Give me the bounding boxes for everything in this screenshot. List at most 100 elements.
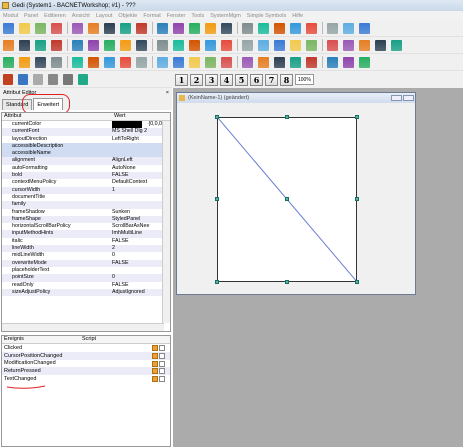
- cut-icon[interactable]: [72, 22, 83, 34]
- property-value[interactable]: [112, 150, 162, 157]
- new-icon[interactable]: [359, 22, 370, 34]
- rect-icon[interactable]: [104, 39, 115, 51]
- property-row[interactable]: contextMenuPolicy DefaultContext: [2, 179, 170, 186]
- event-row[interactable]: ReturnPressed: [2, 367, 170, 376]
- undo-icon[interactable]: [391, 39, 402, 51]
- close-icon[interactable]: ×: [166, 90, 169, 96]
- undo-icon[interactable]: [290, 56, 301, 68]
- property-value[interactable]: LeftToRight: [112, 136, 162, 143]
- rect-icon[interactable]: [3, 56, 14, 68]
- horizontal-scrollbar[interactable]: [2, 323, 164, 331]
- property-value[interactable]: [112, 267, 162, 274]
- ellipse-icon[interactable]: [120, 39, 131, 51]
- property-value[interactable]: Sunken: [112, 209, 162, 216]
- line-icon[interactable]: [343, 56, 354, 68]
- property-value[interactable]: FALSE: [112, 282, 162, 289]
- property-value[interactable]: [112, 201, 162, 208]
- resize-handle[interactable]: [215, 197, 219, 201]
- property-value[interactable]: 2: [112, 245, 162, 252]
- edit-script-icon[interactable]: [152, 368, 158, 375]
- chart-icon[interactable]: [327, 22, 338, 34]
- undo-icon[interactable]: [35, 39, 46, 51]
- combo-icon[interactable]: [306, 22, 317, 34]
- script-file-icon[interactable]: [159, 368, 165, 375]
- open-icon[interactable]: [19, 22, 30, 34]
- line-icon[interactable]: [173, 22, 184, 34]
- menu-item[interactable]: Panel: [24, 13, 38, 19]
- menu-item[interactable]: Layout: [96, 13, 113, 19]
- property-value[interactable]: 0: [112, 252, 162, 259]
- copy-icon[interactable]: [3, 39, 14, 51]
- layer-4-button[interactable]: 4: [220, 73, 233, 86]
- property-row[interactable]: accessibleDescription: [2, 142, 170, 151]
- print-icon[interactable]: [327, 39, 338, 51]
- property-row[interactable]: layoutDirection LeftToRight: [2, 136, 170, 143]
- menu-item[interactable]: Ansicht: [72, 13, 90, 19]
- image-icon[interactable]: [258, 22, 269, 34]
- property-row[interactable]: frameShape StyledPanel: [2, 215, 170, 224]
- table-icon[interactable]: [88, 56, 99, 68]
- property-row[interactable]: alignment AlignLeft: [2, 157, 170, 165]
- property-value[interactable]: FALSE: [112, 172, 162, 179]
- save-icon[interactable]: [306, 39, 317, 51]
- new-icon[interactable]: [173, 56, 184, 68]
- property-value[interactable]: ImhMultiLine: [112, 230, 162, 237]
- property-value[interactable]: 1: [112, 187, 162, 194]
- property-row[interactable]: readOnly FALSE: [2, 282, 170, 289]
- property-row[interactable]: lineWidth 2: [2, 245, 170, 253]
- resize-handle[interactable]: [285, 280, 289, 284]
- restore-button[interactable]: [391, 95, 402, 101]
- property-value[interactable]: AdjustIgnored: [112, 289, 162, 296]
- button-icon[interactable]: [290, 22, 301, 34]
- drawing-canvas[interactable]: [215, 115, 359, 284]
- paste-icon[interactable]: [104, 22, 115, 34]
- line-icon[interactable]: [88, 39, 99, 51]
- print-icon[interactable]: [51, 22, 62, 34]
- text-icon[interactable]: [63, 73, 73, 85]
- center-handle[interactable]: [285, 197, 289, 201]
- table-icon[interactable]: [48, 73, 58, 85]
- table-icon[interactable]: [189, 39, 200, 51]
- property-row[interactable]: italic FALSE: [2, 238, 170, 245]
- pen-icon[interactable]: [3, 73, 13, 85]
- table-icon[interactable]: [274, 22, 285, 34]
- property-row[interactable]: midLineWidth 0: [2, 252, 170, 259]
- property-row[interactable]: autoFormatting AutoNone: [2, 165, 170, 172]
- edit-script-icon[interactable]: [152, 345, 158, 351]
- grid-icon[interactable]: [33, 73, 43, 85]
- combo-icon[interactable]: [221, 39, 232, 51]
- property-row[interactable]: overwriteMode FALSE: [2, 259, 170, 267]
- cut-icon[interactable]: [343, 39, 354, 51]
- arc-icon[interactable]: [136, 39, 147, 51]
- chart-icon[interactable]: [242, 39, 253, 51]
- edit-script-icon[interactable]: [152, 376, 158, 383]
- script-file-icon[interactable]: [159, 345, 165, 351]
- resize-handle[interactable]: [355, 280, 359, 284]
- copy-icon[interactable]: [359, 39, 370, 51]
- property-row[interactable]: documentTitle: [2, 194, 170, 201]
- script-file-icon[interactable]: [159, 360, 165, 367]
- property-value[interactable]: ScrollBarAsNee: [112, 223, 162, 230]
- chart-icon[interactable]: [136, 56, 147, 68]
- ellipse-icon[interactable]: [205, 22, 216, 34]
- layer-1-button[interactable]: 1: [175, 73, 188, 86]
- property-row[interactable]: placeholderText: [2, 267, 170, 274]
- arc-icon[interactable]: [221, 22, 232, 34]
- event-row[interactable]: ModificationChanged: [2, 360, 170, 368]
- new-icon[interactable]: [3, 22, 14, 34]
- panel-subwindow[interactable]: (KeinName-1) (geändert): [176, 92, 416, 295]
- copy-icon[interactable]: [88, 22, 99, 34]
- print-icon[interactable]: [221, 56, 232, 68]
- text-box-icon[interactable]: [78, 73, 88, 85]
- layer-2-button[interactable]: 2: [190, 73, 203, 86]
- paste-icon[interactable]: [375, 39, 386, 51]
- property-row[interactable]: bold FALSE: [2, 172, 170, 180]
- vertical-scrollbar[interactable]: [162, 121, 170, 323]
- zoom-select[interactable]: 100%: [295, 74, 314, 85]
- property-value[interactable]: AlignLeft: [112, 157, 162, 164]
- menu-item[interactable]: SystemMgm: [210, 13, 241, 19]
- copy-icon[interactable]: [258, 56, 269, 68]
- menu-item[interactable]: Editieren: [44, 13, 66, 19]
- text-icon[interactable]: [51, 56, 62, 68]
- property-row[interactable]: pointSize 0: [2, 274, 170, 282]
